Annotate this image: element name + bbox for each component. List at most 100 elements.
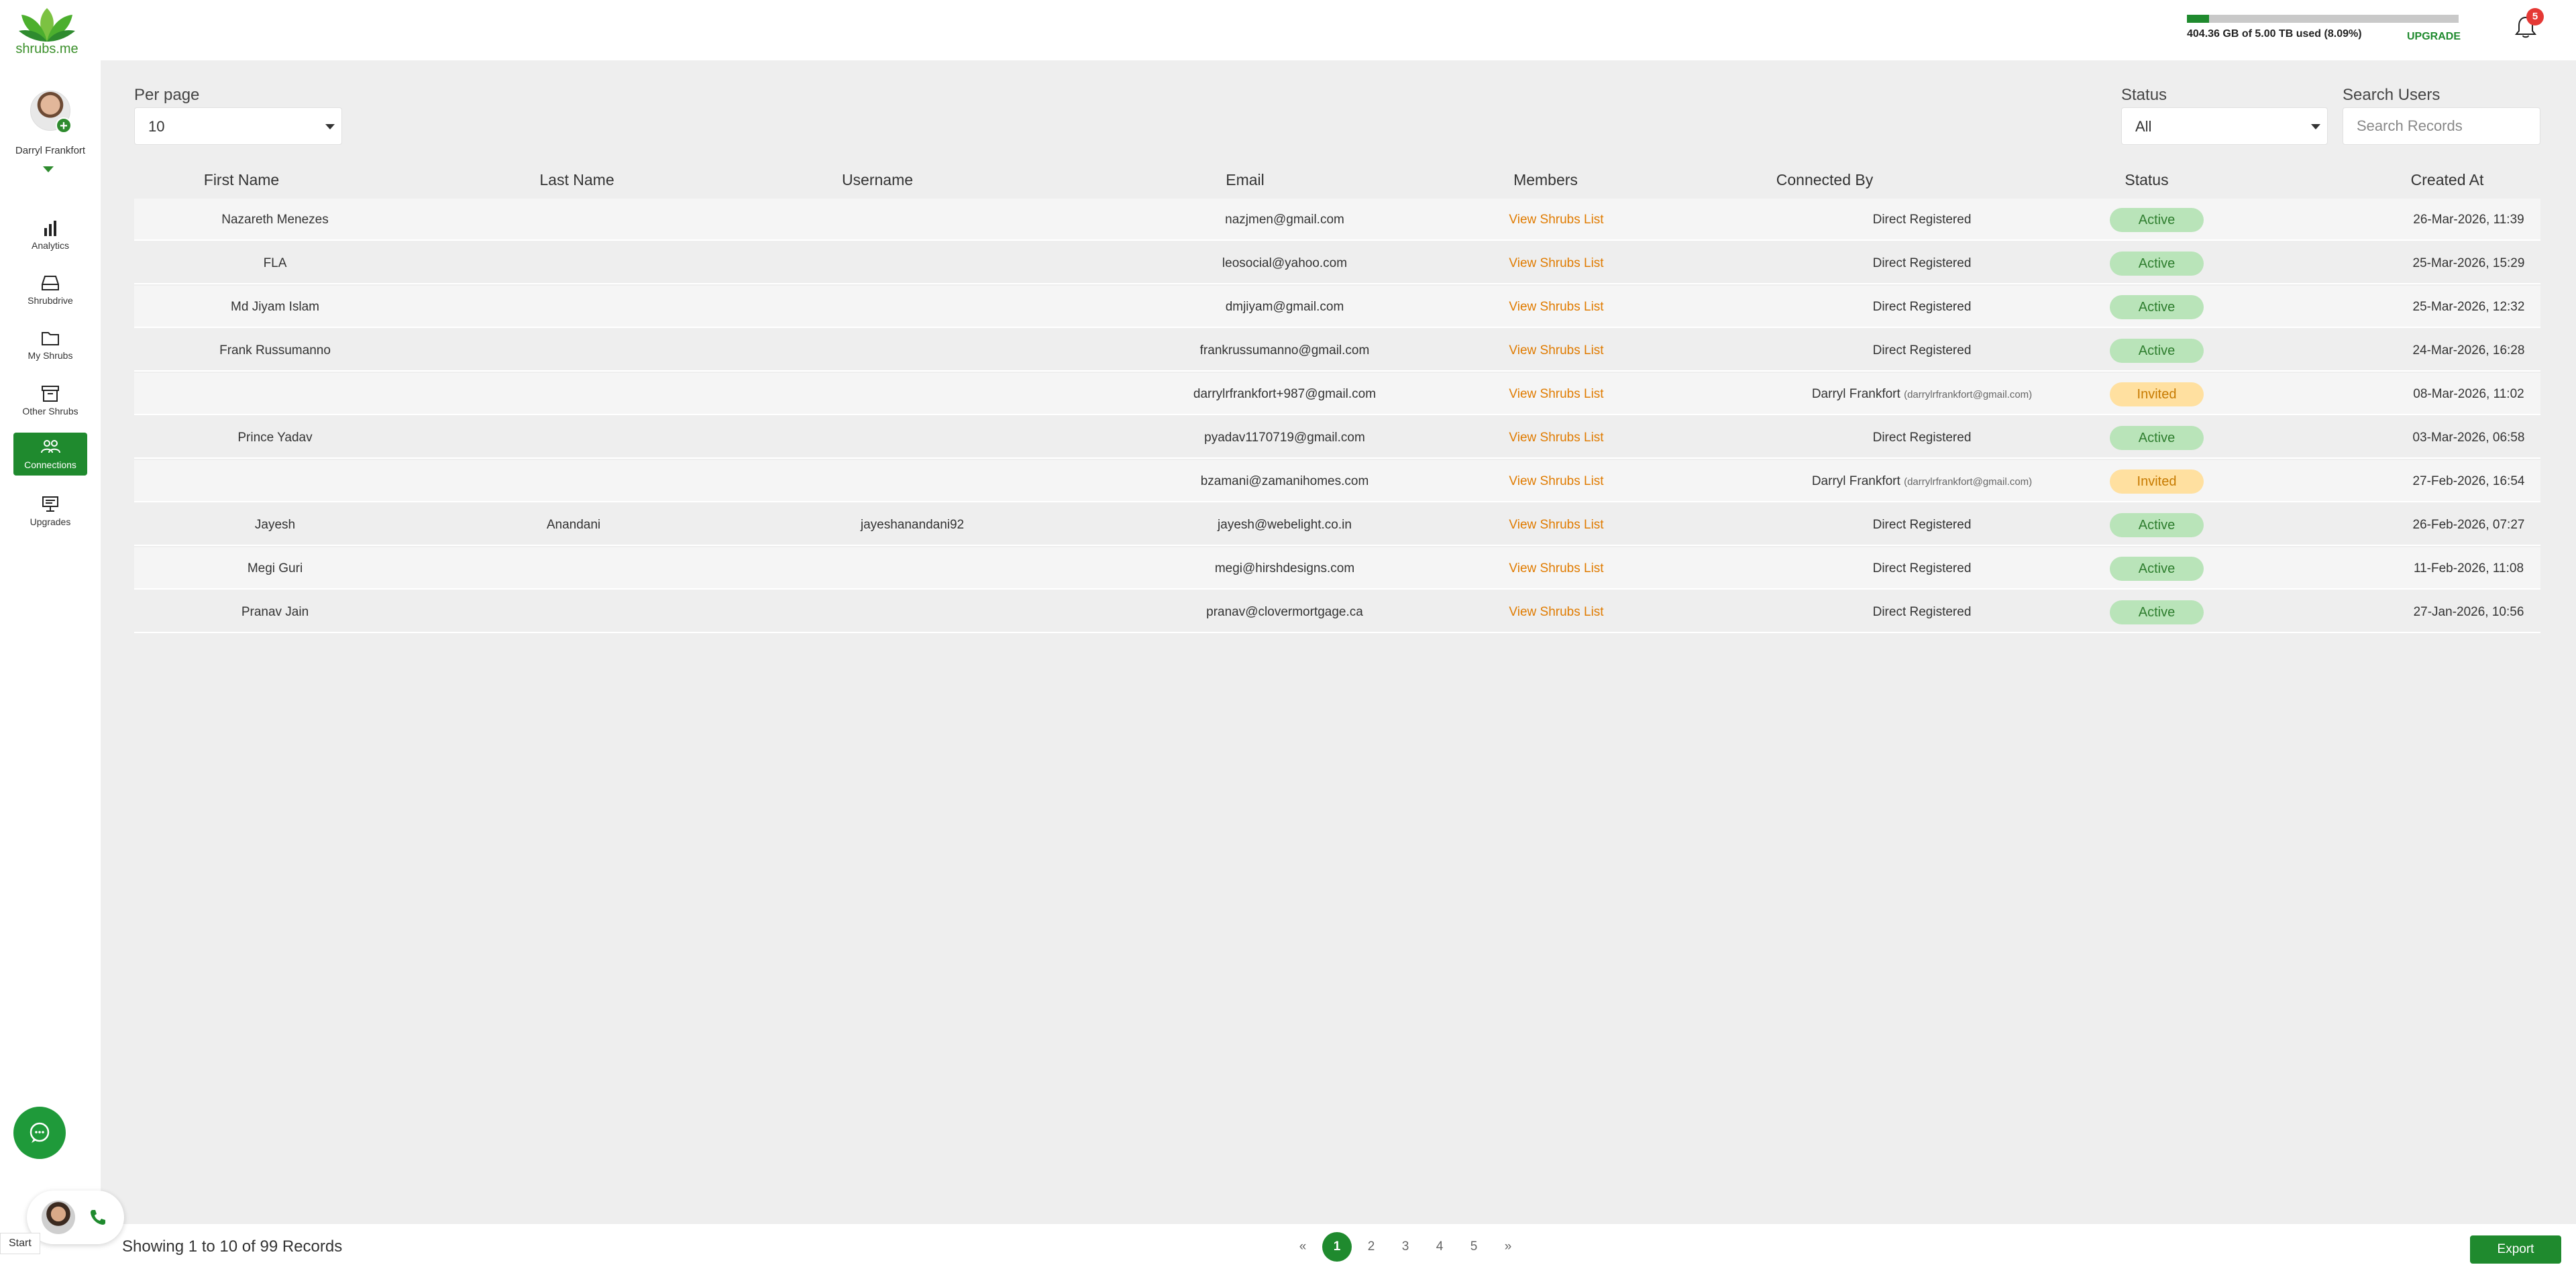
agent-avatar: [42, 1201, 75, 1234]
members-link[interactable]: View Shrubs List: [1469, 373, 1644, 415]
members-link[interactable]: View Shrubs List: [1469, 199, 1644, 241]
cell-created-at: 11-Feb-2026, 11:08: [2413, 561, 2524, 575]
shrubs-logo[interactable]: shrubs.me: [13, 5, 80, 59]
search-input[interactable]: [2343, 107, 2540, 145]
table-row[interactable]: bzamani@zamanihomes.com View Shrubs List D…: [134, 460, 2540, 502]
table-row[interactable]: Megi Guri megi@hirshdesigns.com View Shrub…: [134, 547, 2540, 590]
per-page-select[interactable]: 10: [134, 107, 342, 145]
cell-created-at: 26-Mar-2026, 11:39: [2413, 213, 2524, 227]
members-link[interactable]: View Shrubs List: [1469, 460, 1644, 502]
connected-by-name: Direct Registered: [1872, 256, 1972, 270]
cell-username: [812, 417, 1013, 459]
page-2-button[interactable]: 2: [1356, 1232, 1386, 1262]
support-agent-card[interactable]: [27, 1191, 124, 1244]
sidebar-item-label: Shrubdrive: [28, 295, 73, 306]
table-row[interactable]: Nazareth Menezes nazjmen@gmail.com View Sh…: [134, 199, 2540, 241]
table-row[interactable]: Jayesh Anandani jayeshanandani92 jayesh@web…: [134, 504, 2540, 546]
members-link[interactable]: View Shrubs List: [1469, 591, 1644, 633]
col-members[interactable]: Members: [1479, 161, 1613, 199]
add-photo-icon[interactable]: +: [56, 117, 72, 133]
folder-icon: [42, 332, 59, 345]
status-badge: Active: [2110, 600, 2204, 624]
page-1-button[interactable]: 1: [1322, 1232, 1352, 1262]
user-avatar[interactable]: +: [30, 91, 72, 135]
records-summary: Showing 1 to 10 of 99 Records: [122, 1237, 343, 1256]
cell-created-at: 03-Mar-2026, 06:58: [2412, 431, 2525, 445]
sidebar-item-upgrades[interactable]: Upgrades: [13, 490, 87, 533]
sidebar-item-connections[interactable]: Connections: [13, 433, 87, 476]
cell-email: pranav@clovermortgage.ca: [1206, 605, 1363, 619]
status-badge: Active: [2110, 512, 2204, 537]
notification-badge: 5: [2526, 8, 2544, 25]
members-link[interactable]: View Shrubs List: [1469, 329, 1644, 372]
status-badge: Invited: [2110, 469, 2204, 494]
cell-created-at: 25-Mar-2026, 12:32: [2412, 300, 2525, 314]
cell-first-name: Pranav Jain: [241, 605, 309, 619]
export-button[interactable]: Export: [2470, 1235, 2561, 1264]
cell-last-name: [496, 591, 651, 633]
bar-chart-icon: [44, 221, 56, 236]
members-link[interactable]: View Shrubs List: [1469, 242, 1644, 284]
col-first-name[interactable]: First Name: [168, 161, 315, 199]
sidebar-item-my-shrubs[interactable]: My Shrubs: [13, 323, 87, 366]
upgrade-link[interactable]: UPGRADE: [2407, 31, 2461, 43]
cell-status: Active: [2059, 286, 2254, 328]
members-link[interactable]: View Shrubs List: [1469, 286, 1644, 328]
sidebar-item-analytics[interactable]: Analytics: [13, 213, 87, 256]
start-label[interactable]: Start: [0, 1233, 40, 1254]
cell-last-name: Anandani: [546, 518, 601, 532]
page-3-button[interactable]: 3: [1391, 1232, 1420, 1262]
cell-email: bzamani@zamanihomes.com: [1200, 474, 1369, 488]
table-row[interactable]: Prince Yadav pyadav1170719@gmail.com View …: [134, 417, 2540, 459]
cell-last-name: [496, 329, 651, 372]
table-row[interactable]: FLA leosocial@yahoo.com View Shrubs List Di…: [134, 242, 2540, 284]
chat-bubble-icon: [30, 1122, 50, 1143]
cell-created-at: 08-Mar-2026, 11:02: [2413, 387, 2524, 401]
col-status[interactable]: Status: [2080, 161, 2214, 199]
members-link[interactable]: View Shrubs List: [1469, 547, 1644, 590]
connected-by-email: (darrylrfrankfort@gmail.com): [1904, 476, 2033, 488]
upgrade-icon: [42, 496, 58, 512]
status-badge: Active: [2110, 556, 2204, 581]
status-select[interactable]: All: [2121, 107, 2328, 145]
page-4-button[interactable]: 4: [1425, 1232, 1454, 1262]
sidebar-item-shrubdrive[interactable]: Shrubdrive: [13, 268, 87, 311]
table-header: First Name Last Name Username Email Memb…: [134, 161, 2540, 199]
col-connected-by[interactable]: Connected By: [1741, 161, 1909, 199]
cell-first-name: [168, 373, 382, 415]
members-link[interactable]: View Shrubs List: [1469, 504, 1644, 546]
members-link[interactable]: View Shrubs List: [1469, 417, 1644, 459]
phone-icon[interactable]: [87, 1207, 109, 1228]
table-row[interactable]: Frank Russumanno frankrussumanno@gmail.co…: [134, 329, 2540, 372]
status-badge: Active: [2110, 338, 2204, 363]
cell-created-at: 27-Jan-2026, 10:56: [2413, 605, 2524, 619]
col-created-at[interactable]: Created At: [2380, 161, 2514, 199]
cell-status: Active: [2059, 329, 2254, 372]
table-row[interactable]: Pranav Jain pranav@clovermortgage.ca View …: [134, 591, 2540, 633]
cell-first-name: Prince Yadav: [237, 431, 313, 445]
col-username[interactable]: Username: [804, 161, 951, 199]
chat-button[interactable]: [13, 1107, 66, 1159]
sidebar-item-other-shrubs[interactable]: Other Shrubs: [13, 379, 87, 422]
col-email[interactable]: Email: [1178, 161, 1312, 199]
status-badge: Active: [2110, 294, 2204, 319]
connected-by-name: Direct Registered: [1872, 518, 1972, 532]
cell-username: [812, 286, 1013, 328]
table-row[interactable]: darrylrfrankfort+987@gmail.com View Shrub…: [134, 373, 2540, 415]
last-page-button[interactable]: »: [1493, 1232, 1523, 1262]
cell-username: [812, 199, 1013, 241]
first-page-button[interactable]: «: [1288, 1232, 1318, 1262]
cell-status: Active: [2059, 504, 2254, 546]
table-row[interactable]: Md Jiyam Islam dmjiyam@gmail.com View Shru…: [134, 286, 2540, 328]
connected-by-name: Darryl Frankfort: [1811, 387, 1900, 401]
status-label: Status: [2121, 86, 2167, 104]
cell-first-name: [168, 460, 382, 502]
storage-progress-fill: [2187, 15, 2209, 23]
cell-email: frankrussumanno@gmail.com: [1199, 343, 1370, 357]
page-5-button[interactable]: 5: [1459, 1232, 1489, 1262]
col-last-name[interactable]: Last Name: [503, 161, 651, 199]
user-name: Darryl Frankfort: [15, 145, 86, 156]
connected-by-name: Direct Registered: [1872, 343, 1972, 357]
chevron-down-icon[interactable]: [43, 166, 54, 172]
cell-username: jayeshanandani92: [860, 518, 965, 532]
